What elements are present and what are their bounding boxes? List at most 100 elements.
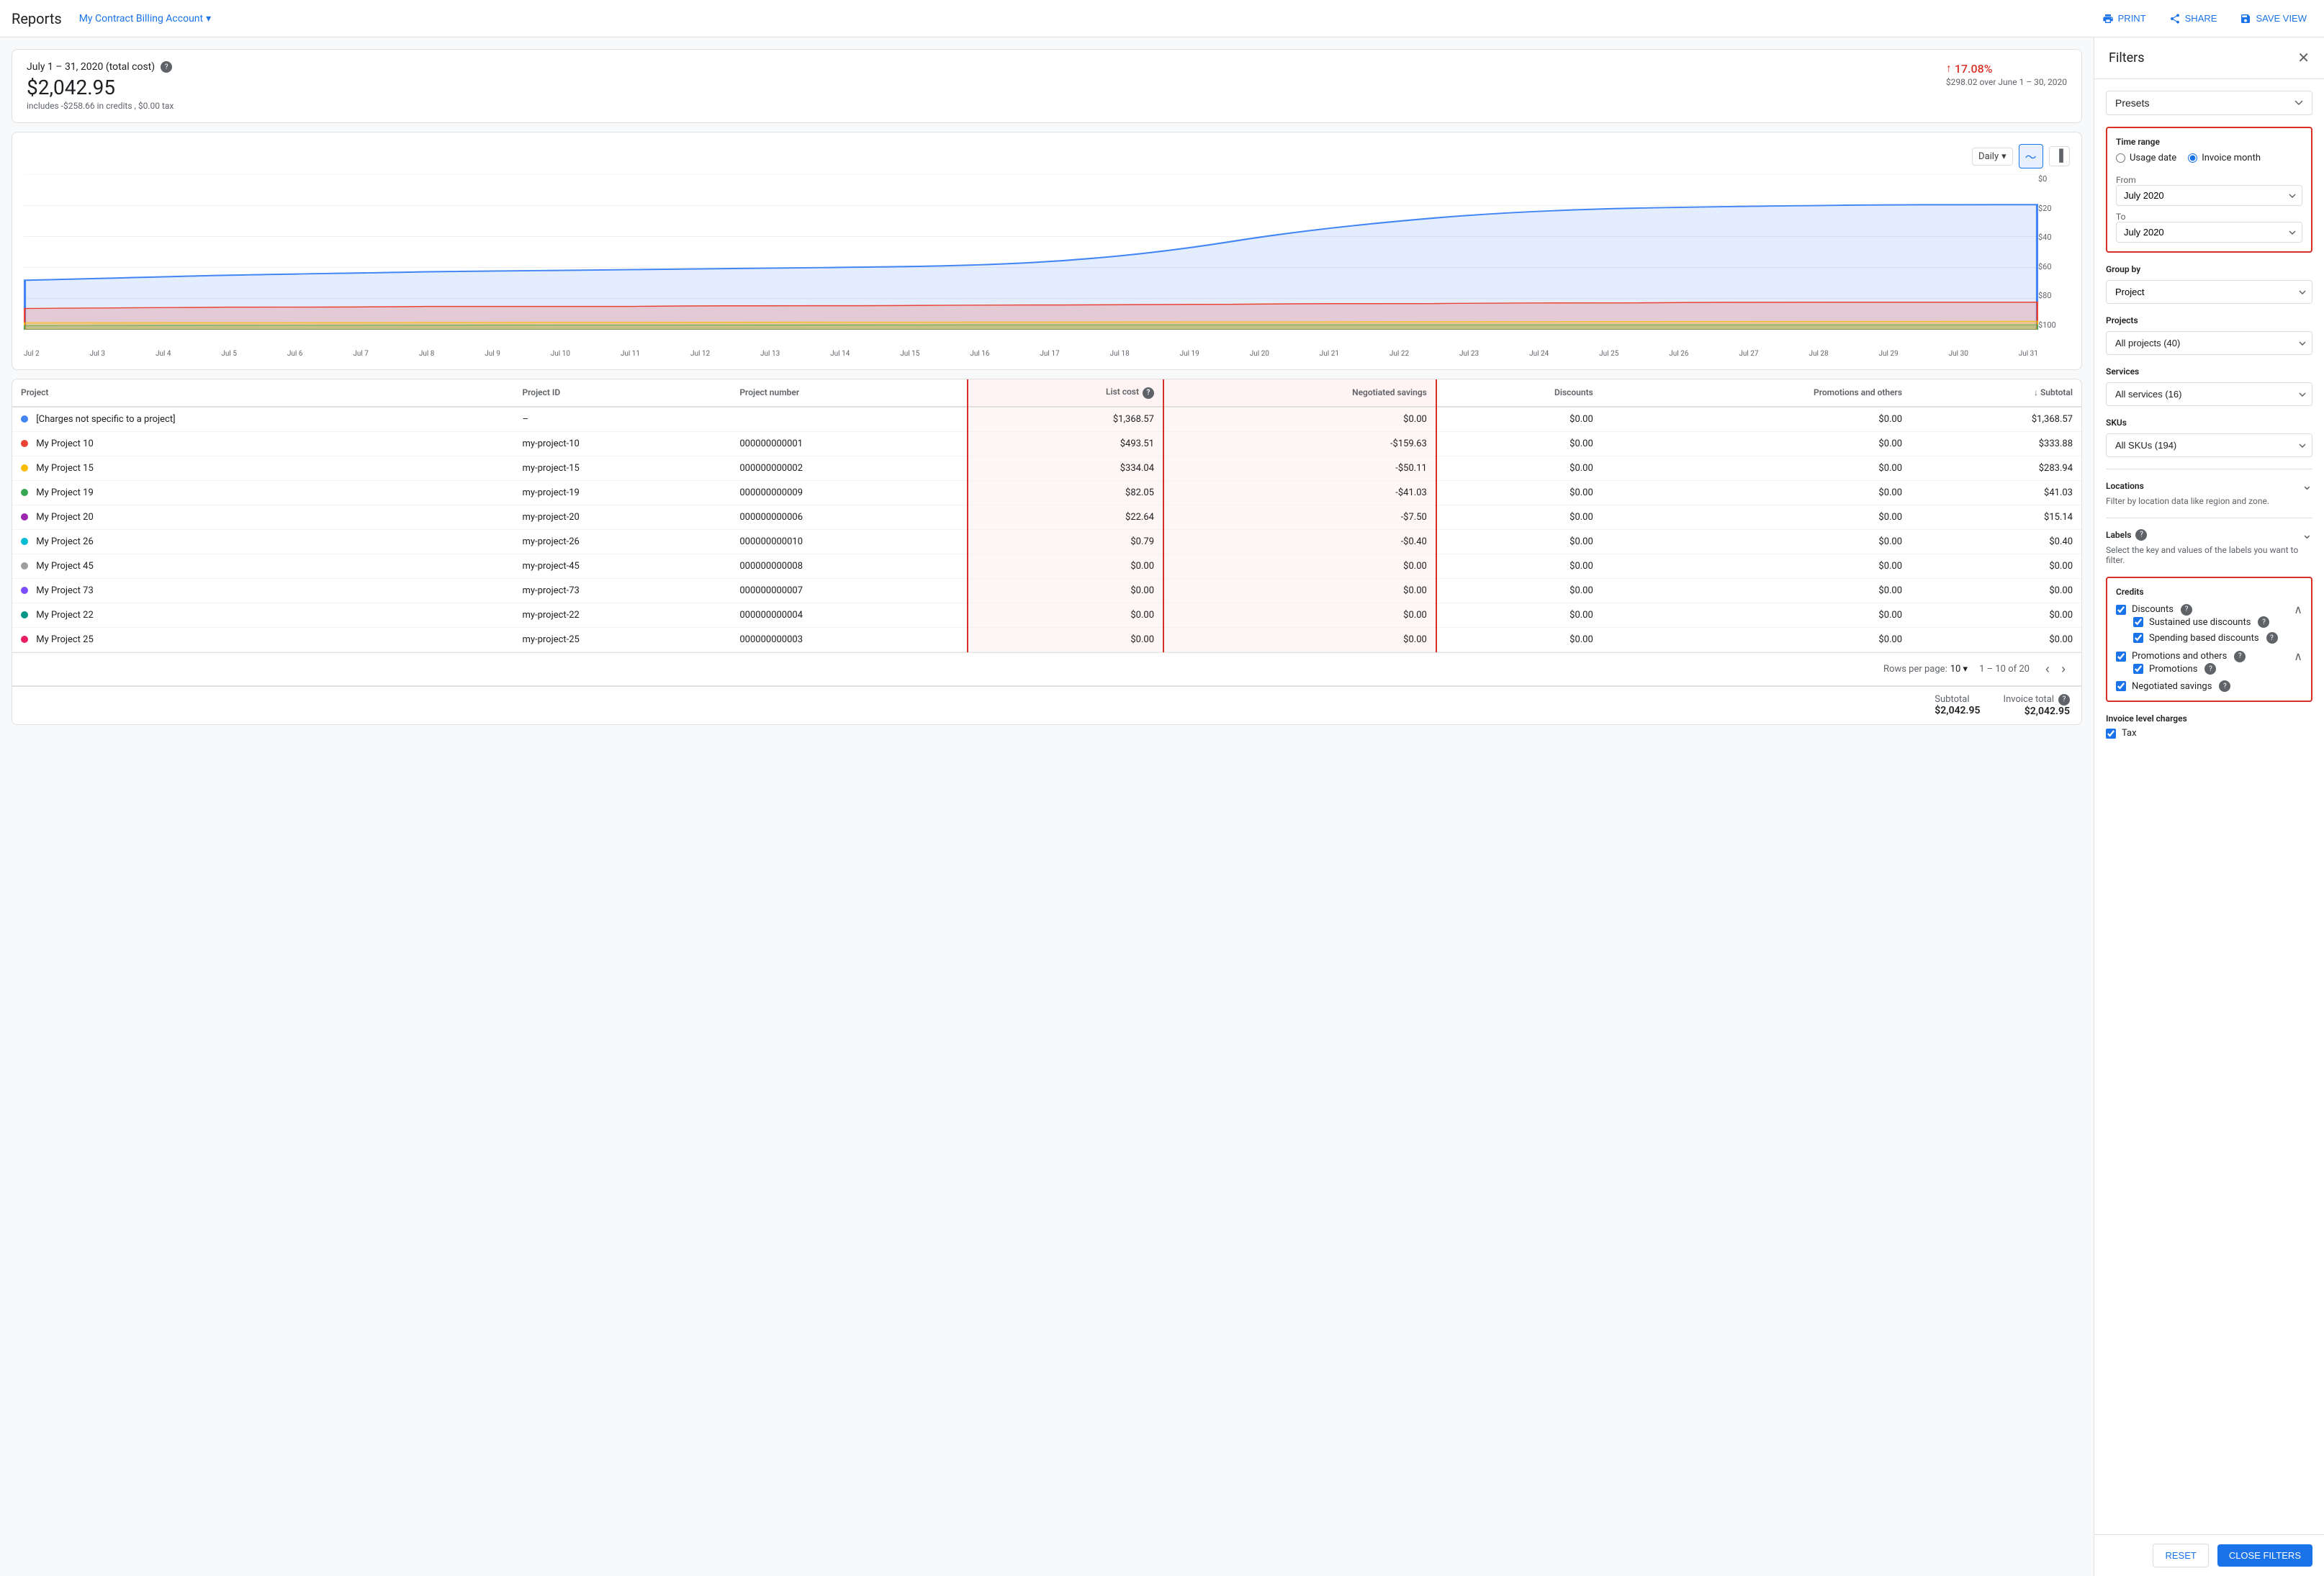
cell-promotions: $0.00 [1602, 627, 1911, 652]
promotions-help-icon[interactable]: ? [2204, 663, 2216, 675]
cell-neg-savings: -$0.40 [1163, 529, 1436, 554]
promotions-and-others-help-icon[interactable]: ? [2234, 651, 2246, 662]
filter-panel: Filters ✕ Presets Time range Usage date [2094, 37, 2324, 1576]
tax-checkbox[interactable] [2106, 729, 2116, 739]
group-by-select[interactable]: Project [2106, 280, 2312, 304]
cell-list-cost: $22.64 [968, 505, 1163, 529]
invoice-total-label: Invoice total ? [2004, 694, 2070, 706]
negotiated-savings-row: Negotiated savings ? [2116, 680, 2302, 692]
cell-project-id: my-project-20 [513, 505, 731, 529]
project-dot [21, 489, 28, 496]
cell-list-cost: $493.51 [968, 431, 1163, 456]
cell-project-id: my-project-73 [513, 578, 731, 603]
projects-select[interactable]: All projects (40) [2106, 331, 2312, 355]
list-cost-help-icon[interactable]: ? [1143, 387, 1154, 399]
subtotal-value: $2,042.95 [1935, 705, 1980, 716]
presets-select[interactable]: Presets [2106, 91, 2312, 115]
line-chart-button[interactable]: 〜 [2019, 144, 2043, 168]
share-button[interactable]: SHARE [2163, 9, 2223, 29]
usage-date-option[interactable]: Usage date [2116, 153, 2176, 163]
col-project-id: Project ID [513, 379, 731, 407]
presets-section: Presets [2106, 91, 2312, 115]
negotiated-savings-checkbox[interactable] [2116, 681, 2126, 691]
services-title: Services [2106, 366, 2312, 377]
usage-date-radio[interactable] [2116, 153, 2125, 163]
cell-project: My Project 19 [12, 480, 513, 505]
project-name: My Project 10 [36, 438, 94, 449]
account-selector[interactable]: My Contract Billing Account ▾ [73, 9, 217, 29]
labels-header[interactable]: Labels ? ⌄ [2106, 527, 2312, 542]
bar-chart-button[interactable]: ▐ [2049, 146, 2070, 166]
to-select[interactable]: July 2020 [2116, 222, 2302, 243]
cell-project-number: 000000000006 [731, 505, 968, 529]
cell-discounts: $0.00 [1436, 431, 1602, 456]
services-select[interactable]: All services (16) [2106, 382, 2312, 406]
chart-controls: Daily ▾ 〜 ▐ [24, 144, 2070, 168]
promotions-sub: Promotions ? [2116, 663, 2302, 675]
tax-label: Tax [2122, 728, 2137, 739]
cell-discounts: $0.00 [1436, 554, 1602, 578]
print-button[interactable]: PRINT [2096, 9, 2152, 29]
pagination-range: 1 – 10 of 20 [1979, 664, 2030, 675]
labels-help-icon[interactable]: ? [2135, 529, 2147, 541]
spending-based-checkbox[interactable] [2133, 633, 2143, 643]
discounts-expand-icon[interactable]: ∧ [2294, 603, 2302, 616]
rows-per-page-value[interactable]: 10 ▾ [1950, 664, 1968, 675]
print-icon [2102, 13, 2114, 24]
cell-discounts: $0.00 [1436, 480, 1602, 505]
negotiated-savings-label: Negotiated savings [2132, 681, 2212, 692]
top-bar-actions: PRINT SHARE SAVE VIEW [2096, 9, 2312, 29]
invoice-total-help-icon[interactable]: ? [2058, 694, 2070, 706]
cell-promotions: $0.00 [1602, 407, 1911, 432]
cell-list-cost: $82.05 [968, 480, 1163, 505]
next-page-button[interactable]: › [2057, 660, 2070, 678]
summary-sub: includes -$258.66 in credits , $0.00 tax [27, 101, 174, 111]
sustained-use-help-icon[interactable]: ? [2258, 616, 2269, 628]
discounts-checkbox[interactable] [2116, 605, 2126, 615]
discounts-help-icon[interactable]: ? [2181, 604, 2192, 616]
cell-neg-savings: $0.00 [1163, 578, 1436, 603]
cell-neg-savings: $0.00 [1163, 627, 1436, 652]
save-view-button[interactable]: SAVE VIEW [2234, 9, 2312, 29]
summary-help-icon[interactable]: ? [161, 61, 172, 73]
daily-selector[interactable]: Daily ▾ [1972, 148, 2013, 166]
project-dot [21, 513, 28, 521]
spending-based-help-icon[interactable]: ? [2266, 632, 2278, 644]
project-dot [21, 464, 28, 472]
project-dot [21, 415, 28, 423]
table-header-row: Project Project ID Project number List c… [12, 379, 2081, 407]
cell-subtotal: $1,368.57 [1911, 407, 2081, 432]
negotiated-savings-help-icon[interactable]: ? [2219, 680, 2230, 692]
promotions-expand-icon[interactable]: ∧ [2294, 649, 2302, 663]
close-filters-button[interactable]: CLOSE FILTERS [2217, 1544, 2312, 1567]
project-name: My Project 19 [36, 487, 94, 498]
locations-header[interactable]: Locations ⌄ [2106, 478, 2312, 493]
invoice-month-option[interactable]: Invoice month [2188, 153, 2261, 163]
cell-neg-savings: -$159.63 [1163, 431, 1436, 456]
cell-list-cost: $0.00 [968, 627, 1163, 652]
top-bar: Reports My Contract Billing Account ▾ PR… [0, 0, 2324, 37]
from-to-container: From July 2020 To July 2020 [2116, 175, 2302, 243]
content-area: July 1 – 31, 2020 (total cost) ? $2,042.… [0, 37, 2094, 1576]
services-section: Services All services (16) [2106, 366, 2312, 406]
chevron-down-icon: ▾ [206, 13, 211, 24]
promotions-and-others-checkbox[interactable] [2116, 652, 2126, 662]
close-filter-button[interactable]: ✕ [2297, 49, 2310, 67]
skus-select[interactable]: All SKUs (194) [2106, 433, 2312, 457]
col-promotions: Promotions and others [1602, 379, 1911, 407]
cell-list-cost: $0.00 [968, 603, 1163, 627]
prev-page-button[interactable]: ‹ [2041, 660, 2054, 678]
labels-title: Labels [2106, 530, 2131, 540]
sustained-use-checkbox[interactable] [2133, 617, 2143, 627]
locations-section: Locations ⌄ Filter by location data like… [2106, 469, 2312, 506]
from-select[interactable]: July 2020 [2116, 185, 2302, 206]
usage-date-label: Usage date [2130, 153, 2176, 163]
credits-title: Credits [2116, 587, 2144, 597]
filter-title: Filters [2109, 50, 2145, 66]
promotions-checkbox[interactable] [2133, 664, 2143, 674]
invoice-month-radio[interactable] [2188, 153, 2197, 163]
time-range-title: Time range [2116, 137, 2302, 147]
reset-button[interactable]: RESET [2153, 1544, 2208, 1567]
table-card: Project Project ID Project number List c… [12, 379, 2082, 725]
summary-card: July 1 – 31, 2020 (total cost) ? $2,042.… [12, 49, 2082, 123]
